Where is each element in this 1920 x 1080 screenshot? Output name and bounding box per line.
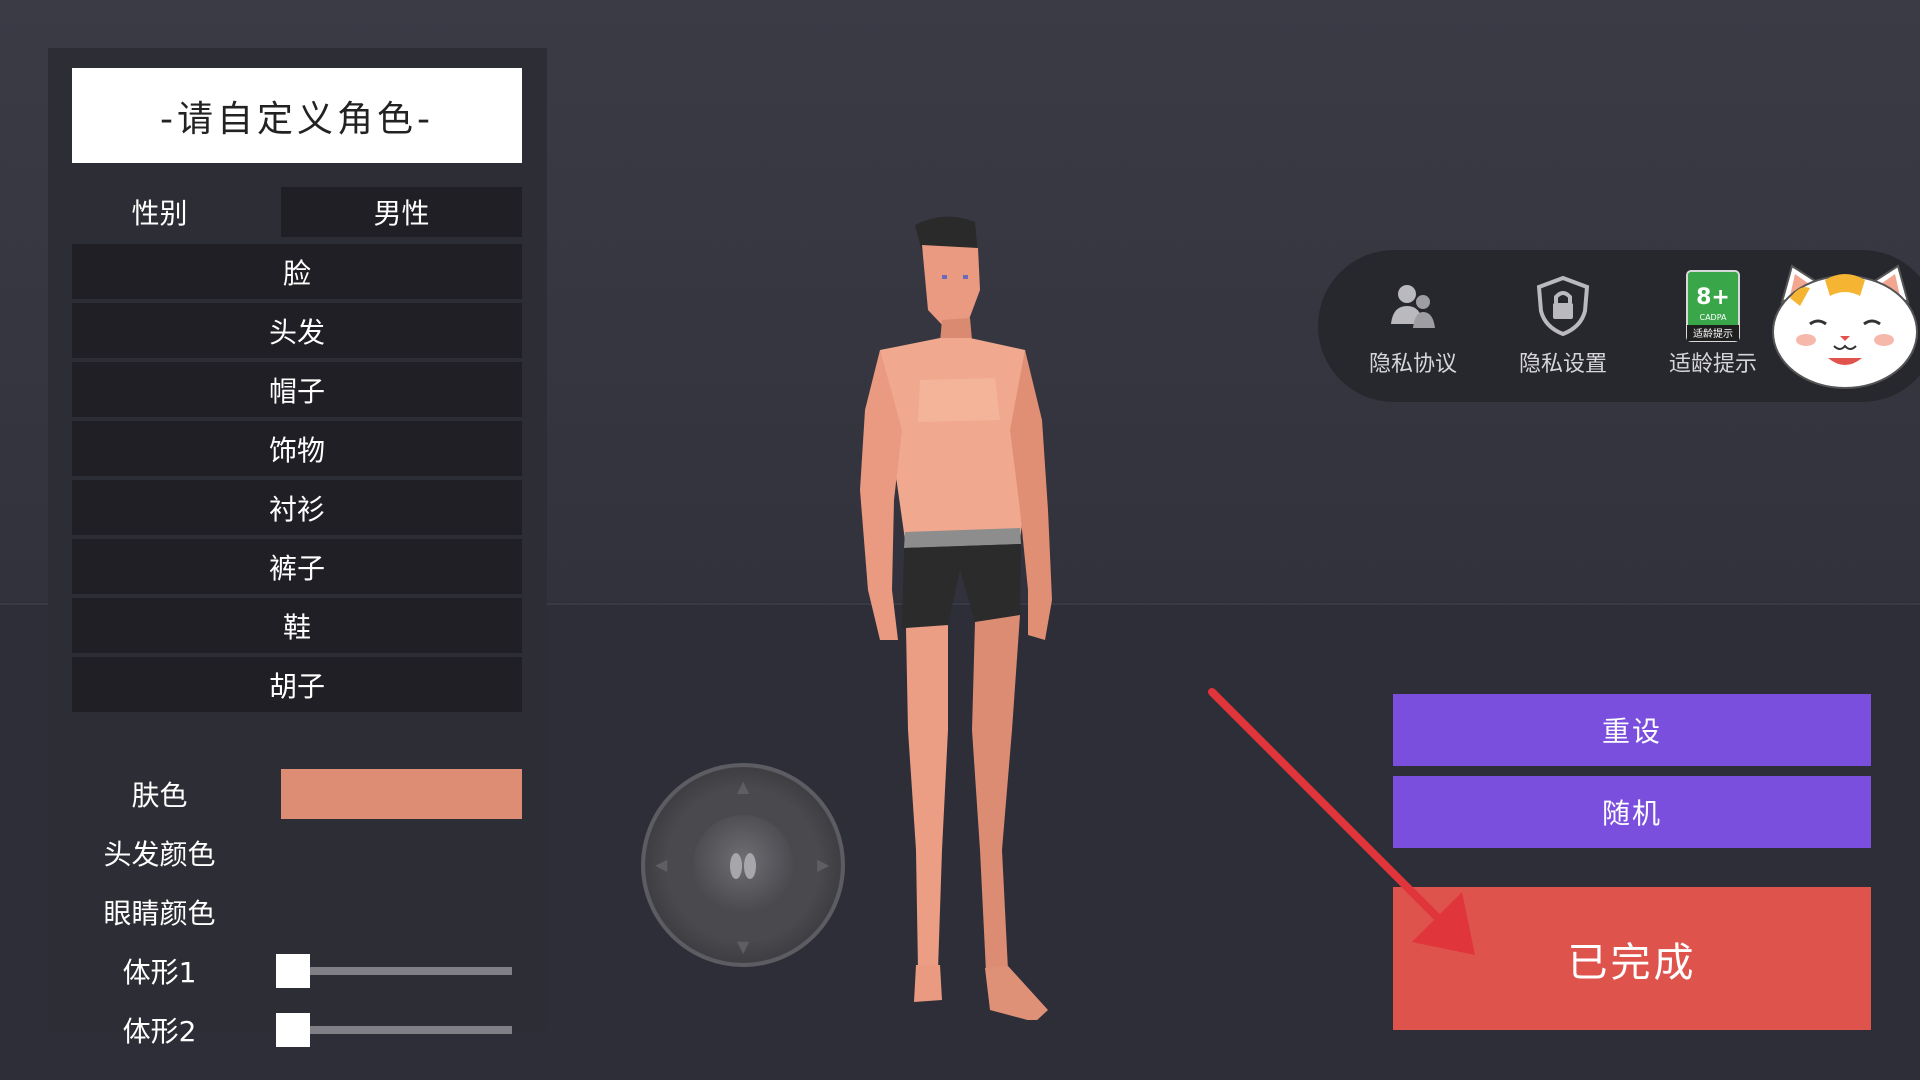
menu-item-beard[interactable]: 胡子	[72, 657, 522, 712]
gender-selector[interactable]: 男性	[281, 187, 522, 237]
menu-item-shirt[interactable]: 衬衫	[72, 480, 522, 535]
panel-title: -请自定义角色-	[72, 68, 522, 163]
menu-item-face[interactable]: 脸	[72, 244, 522, 299]
body-shape-2-slider-thumb[interactable]	[276, 1013, 310, 1047]
body-shape-1-label: 体形1	[122, 956, 197, 989]
rotate-joystick[interactable]: ▲ ▼ ◀ ▶	[641, 763, 845, 967]
age-badge-text: 适龄提示	[1693, 327, 1733, 340]
menu-item-pants[interactable]: 裤子	[72, 539, 522, 594]
age-rating-button[interactable]: 8+ CADPA 适龄提示 适龄提示	[1648, 270, 1778, 378]
body-shape-1-row: 体形1	[72, 946, 522, 996]
age-badge-number: 8+	[1696, 285, 1730, 310]
part-menu: 脸 头发 帽子 饰物 衬衫 裤子 鞋 胡子	[72, 244, 522, 716]
privacy-agreement-label: 隐私协议	[1368, 352, 1457, 377]
body-shape-2-slider[interactable]	[302, 1026, 512, 1034]
age-rating-label: 适龄提示	[1668, 352, 1757, 377]
shield-lock-icon	[1536, 275, 1590, 337]
age-rating-badge-icon: 8+ CADPA 适龄提示	[1686, 270, 1740, 342]
hair-color-row[interactable]: 头发颜色	[72, 828, 522, 878]
arrow-up-icon: ▲	[737, 777, 750, 796]
done-button[interactable]: 已完成	[1393, 887, 1871, 1030]
privacy-agreement-button[interactable]: 隐私协议	[1348, 274, 1478, 378]
menu-item-shoes[interactable]: 鞋	[72, 598, 522, 653]
body-shape-2-row: 体形2	[72, 1005, 522, 1055]
body-shape-1-slider-thumb[interactable]	[276, 954, 310, 988]
skin-color-row: 肤色	[72, 769, 522, 819]
menu-item-accessory[interactable]: 饰物	[72, 421, 522, 476]
arrow-right-icon: ▶	[817, 855, 830, 874]
hair-color-label: 头发颜色	[103, 838, 216, 871]
eye-color-row[interactable]: 眼睛颜色	[72, 887, 522, 937]
gender-label: 性别	[131, 197, 188, 230]
privacy-settings-label: 隐私设置	[1518, 352, 1607, 377]
arrow-down-icon: ▼	[737, 937, 750, 956]
menu-item-hat[interactable]: 帽子	[72, 362, 522, 417]
random-button[interactable]: 随机	[1393, 776, 1871, 848]
users-icon	[1391, 285, 1435, 328]
arrow-left-icon: ◀	[655, 855, 668, 874]
menu-item-hair[interactable]: 头发	[72, 303, 522, 358]
footprint-icon	[730, 853, 756, 879]
age-badge-org: CADPA	[1699, 313, 1727, 322]
body-shape-2-label: 体形2	[122, 1015, 197, 1048]
gender-row: 性别 男性	[72, 187, 522, 237]
privacy-settings-button[interactable]: 隐私设置	[1498, 274, 1628, 378]
customization-panel: -请自定义角色- 性别 男性 脸 头发 帽子 饰物 衬衫 裤子 鞋 胡子 肤色 …	[48, 48, 547, 1048]
reset-button[interactable]: 重设	[1393, 694, 1871, 766]
character-model[interactable]	[830, 210, 1090, 1020]
body-shape-1-slider[interactable]	[302, 967, 512, 975]
joystick-knob[interactable]	[693, 815, 793, 915]
skin-color-swatch[interactable]	[281, 769, 522, 819]
skin-color-label: 肤色	[131, 779, 188, 812]
eye-color-label: 眼睛颜色	[103, 897, 216, 930]
lucky-cat-mascot-icon[interactable]	[1770, 262, 1920, 392]
